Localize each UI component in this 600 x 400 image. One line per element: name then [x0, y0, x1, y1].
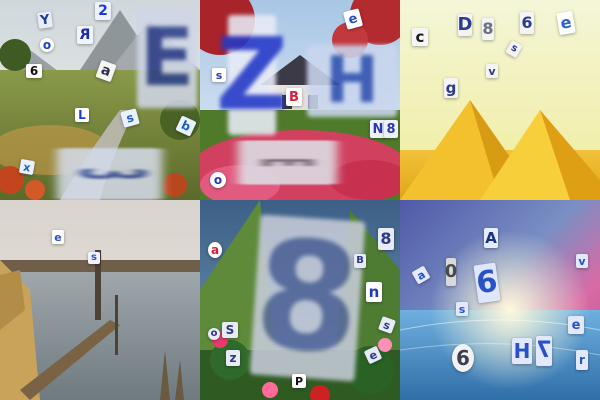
glyph-box: 7	[536, 336, 552, 366]
image-grid: E 3 Y 2 R a 6 o L s b x Z H E B e N 8 o …	[0, 0, 600, 400]
glyph-box: g	[444, 78, 458, 98]
glyph-box: E	[137, 8, 197, 108]
glyph-box: H	[307, 45, 397, 117]
glyph-box: S	[222, 322, 238, 338]
glyph-box: B	[354, 254, 366, 268]
glyph-box: H	[512, 338, 532, 364]
glyph-box: Y	[36, 11, 54, 29]
glyph-box: 3	[56, 148, 163, 200]
glyph-box: D	[457, 14, 473, 36]
glyph-box: 6	[26, 64, 42, 78]
glyph-box: 8	[249, 207, 366, 389]
glyph-box: 8	[378, 228, 394, 250]
glyph-box: e	[568, 316, 584, 334]
ocean-sunrise-background	[400, 200, 600, 400]
glyph-box: s	[456, 302, 468, 316]
tile-mountain-valley: E 3 Y 2 R a 6 o L s b x	[0, 0, 200, 200]
tile-jungle-flowers: 8 8 n a S z o s e P B	[200, 200, 400, 400]
glyph-box: 2	[95, 2, 111, 20]
glyph-box: 6	[520, 12, 534, 34]
tile-desert-pyramids: c D 8 6 e g v s	[400, 0, 600, 200]
glyph-box: E	[238, 140, 337, 185]
glyph-box: 8	[482, 18, 494, 40]
lake-dock-background	[0, 200, 200, 400]
glyph-box: 6	[452, 344, 474, 372]
glyph-box: z	[226, 350, 240, 366]
glyph-box: o	[210, 172, 226, 188]
glyph-box: n	[366, 282, 382, 302]
tile-cottage-garden: Z H E B e N 8 o s	[200, 0, 400, 200]
glyph-box: s	[88, 252, 100, 264]
tile-lake-dock: e s	[0, 200, 200, 400]
glyph-box: o	[208, 328, 220, 340]
glyph-box: P	[292, 374, 306, 388]
glyph-box: 0	[445, 258, 457, 286]
glyph-box: v	[576, 254, 588, 268]
glyph-box: a	[208, 242, 222, 258]
glyph-box: r	[576, 350, 588, 370]
glyph-box: 8	[384, 120, 398, 138]
glyph-box: c	[412, 28, 428, 46]
tile-ocean-sunrise: A 6 0 H 7 e 6 a s v r	[400, 200, 600, 400]
glyph-box: v	[486, 64, 498, 78]
glyph-box: o	[40, 38, 54, 52]
glyph-box: x	[18, 158, 36, 176]
glyph-box: A	[484, 228, 498, 248]
glyph-box: s	[212, 68, 226, 82]
glyph-box: e	[52, 230, 64, 244]
glyph-box: Z	[215, 15, 289, 135]
glyph-box: L	[75, 108, 89, 122]
glyph-box: B	[286, 88, 302, 106]
glyph-box: R	[77, 26, 93, 44]
